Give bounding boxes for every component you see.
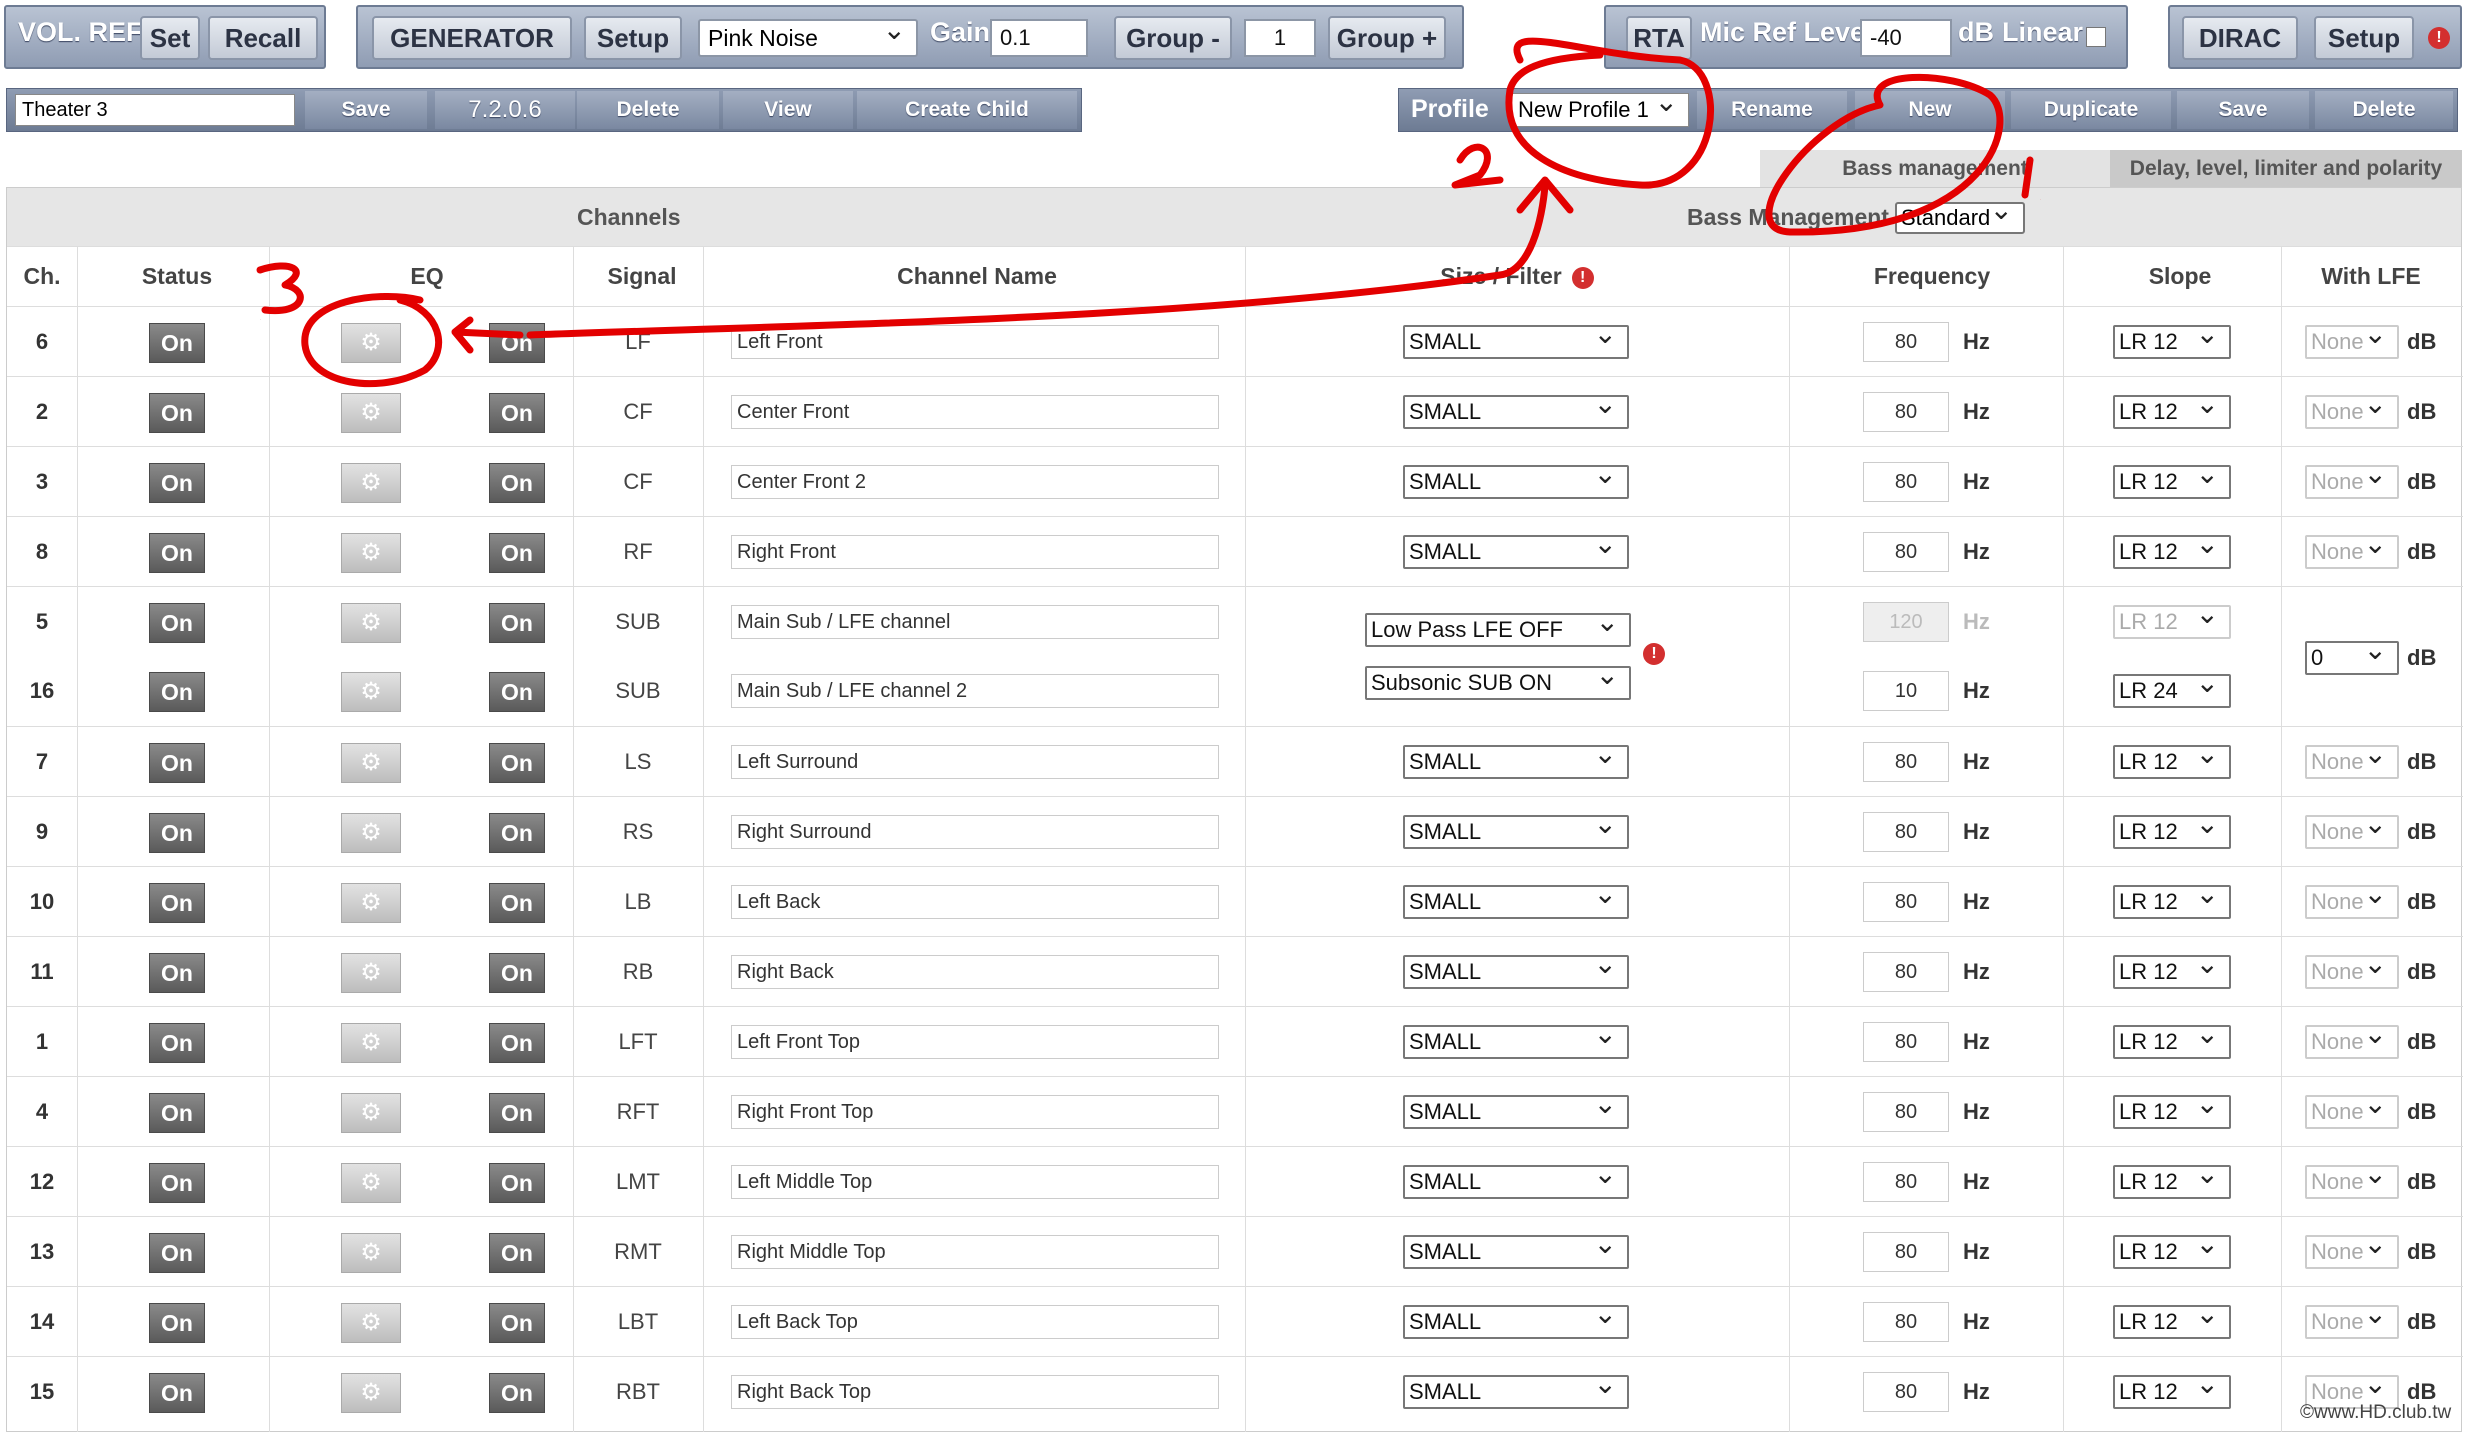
mark-one-stroke bbox=[2021, 156, 2034, 199]
mark-three-stroke bbox=[256, 262, 304, 315]
circle-eq-button bbox=[301, 292, 443, 388]
watermark: ©www.HD.club.tw bbox=[2300, 1402, 2452, 1423]
mark-one-label: 1 bbox=[2040, 199, 2041, 201]
red-annotation-overlay: 1 2 3 bbox=[256, 37, 2041, 388]
arrow-line bbox=[526, 181, 1549, 339]
mark-two-stroke bbox=[1451, 143, 1504, 189]
circle-profile-select bbox=[1505, 37, 1714, 189]
mark-two-label: 2 bbox=[1470, 189, 1471, 191]
arrow-head-eq bbox=[451, 316, 524, 354]
mark-three-label: 3 bbox=[260, 319, 261, 321]
circle-new-button bbox=[1765, 73, 2004, 236]
